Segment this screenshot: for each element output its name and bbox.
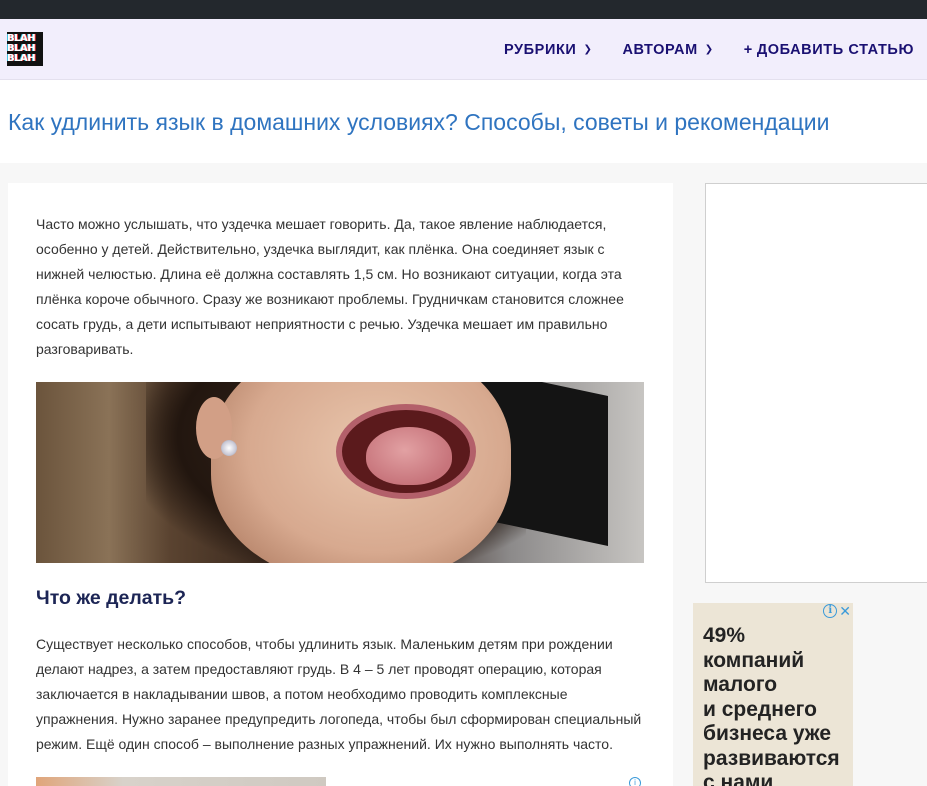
title-bar: Как удлинить язык в домашних условиях? С…	[0, 80, 927, 163]
page-title: Как удлинить язык в домашних условиях? С…	[8, 109, 830, 135]
nav-add-article[interactable]: + ДОБАВИТЬ СТАТЬЮ	[744, 42, 914, 58]
ad-controls: i ✕	[823, 604, 851, 618]
nav-add-article-label: ДОБАВИТЬ СТАТЬЮ	[756, 41, 914, 58]
article-photo	[36, 382, 644, 563]
advertisement[interactable]: i ✕ 49% компаний малого и среднего бизне…	[693, 603, 853, 786]
chevron-down-icon: ❯	[583, 44, 593, 55]
chevron-down-icon: ❯	[704, 44, 714, 55]
section-heading: Что же делать?	[36, 587, 187, 609]
site-logo[interactable]: BLAH BLAH BLAH	[7, 32, 43, 66]
logo-line: BLAH	[7, 53, 36, 64]
article-content: Часто можно услышать, что уздечка мешает…	[8, 183, 673, 786]
info-icon[interactable]: i	[629, 777, 641, 786]
nav-rubrics[interactable]: РУБРИКИ ❯	[504, 42, 592, 58]
next-image-preview	[36, 777, 326, 786]
info-icon[interactable]: i	[823, 604, 838, 618]
top-bar	[0, 0, 927, 19]
nav-rubrics-label: РУБРИКИ	[503, 41, 577, 58]
article-paragraph: Часто можно услышать, что уздечка мешает…	[36, 216, 624, 357]
nav-authors[interactable]: АВТОРАМ ❯	[622, 42, 713, 58]
article-paragraph: Существует несколько способов, чтобы удл…	[36, 636, 642, 752]
main-nav: РУБРИКИ ❯ АВТОРАМ ❯ + ДОБАВИТЬ СТАТЬЮ	[474, 19, 914, 80]
sidebar-ad-slot	[705, 183, 927, 583]
site-header: BLAH BLAH BLAH РУБРИКИ ❯ АВТОРАМ ❯ + ДОБ…	[0, 19, 927, 80]
plus-icon: +	[743, 41, 753, 58]
close-icon[interactable]: ✕	[839, 604, 851, 618]
ad-text: 49% компаний малого и среднего бизнеса у…	[703, 624, 840, 786]
nav-authors-label: АВТОРАМ	[622, 41, 698, 58]
